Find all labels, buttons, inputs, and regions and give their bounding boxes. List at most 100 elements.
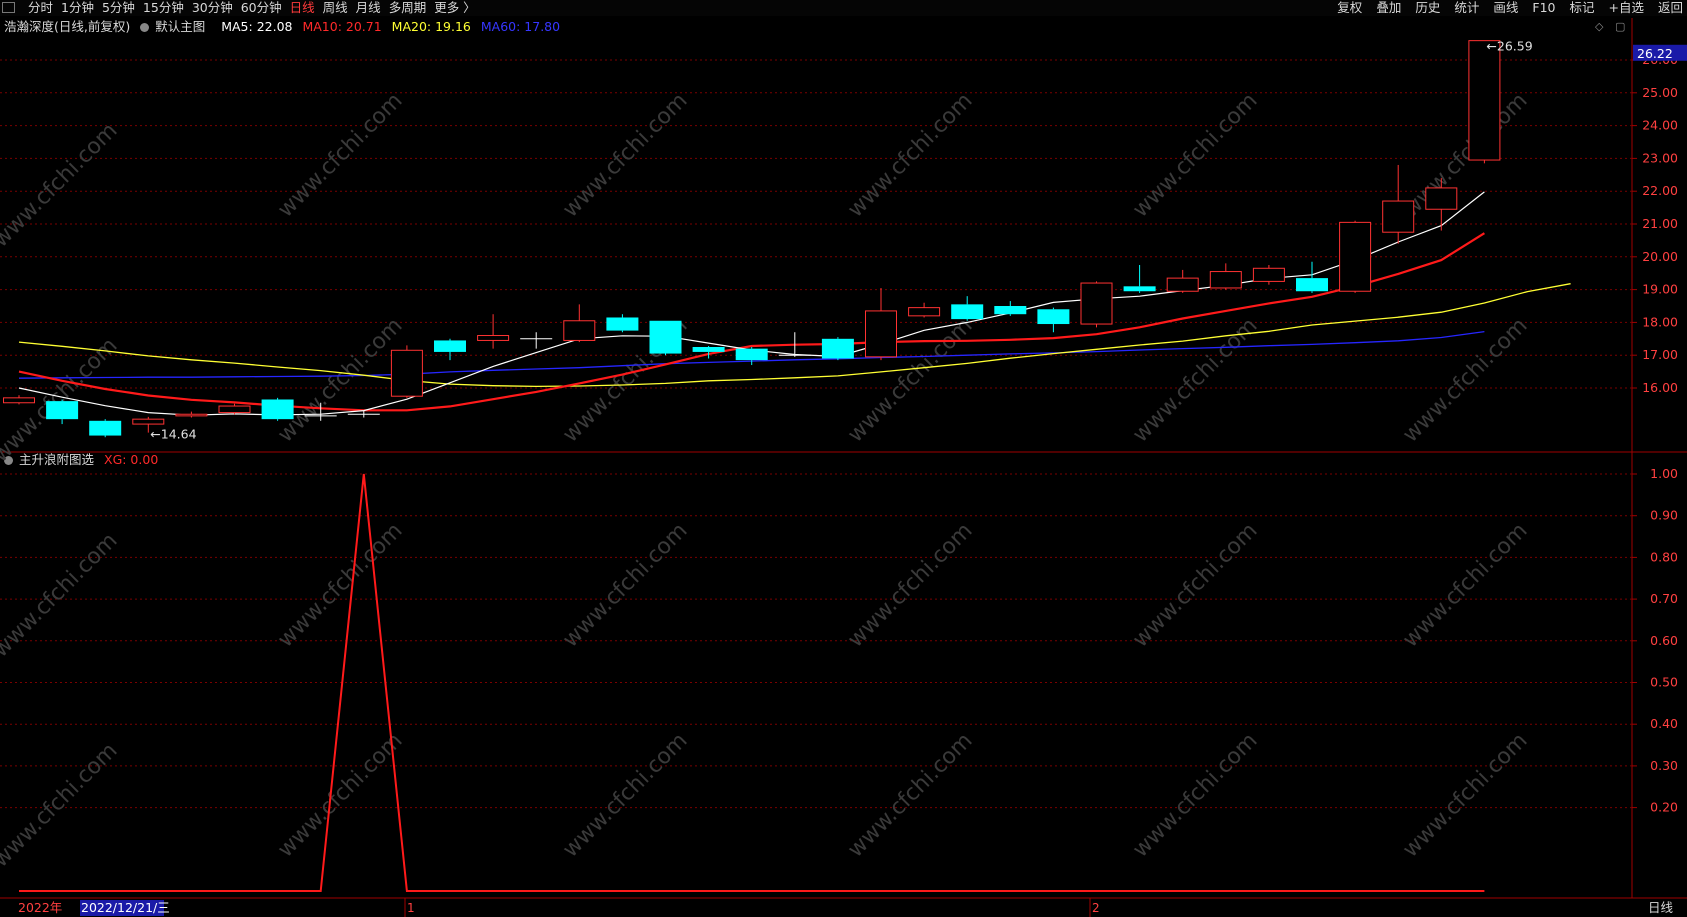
price-tick-label: 17.00 [1642,347,1678,362]
candle-body [1252,267,1285,282]
candle-body [434,340,466,352]
ma10-line [18,232,1485,412]
price-tick-label: 23.00 [1642,150,1678,165]
candle-body [908,307,941,317]
month-label: 1 [407,901,415,915]
watermarks: www.cfchi.com www.cfchi.com www.cfchi.com w… [0,88,1533,872]
moving-average-lines [18,191,1571,416]
watermark-text: www.cfchi.com [273,88,407,222]
price-annotation: ←26.59 [1486,39,1532,54]
candle-body [951,304,984,320]
date-axis: 2022年 2022/12/21/三 1 2 日线 [18,898,1674,917]
candle-body [175,413,208,417]
candle [865,287,897,361]
year-label: 2022年 [18,900,62,915]
candle [735,347,768,366]
last-price-label: 26.22 [1637,46,1673,61]
candle-body [1468,40,1501,161]
candle [951,296,984,321]
candle [390,345,423,398]
candle-body [1080,282,1113,325]
candle-body [218,405,251,414]
candle [89,419,122,438]
kline-chart[interactable]: www.cfchi.com www.cfchi.com www.cfchi.com w… [0,0,1687,917]
watermark-text: www.cfchi.com [1128,728,1262,862]
candle-body [1296,278,1328,292]
sub-tick-label: 0.40 [1650,716,1678,731]
candle-body [1382,200,1415,233]
candle-body [606,317,639,331]
candle-body [1339,221,1372,292]
watermark-text: www.cfchi.com [273,728,407,862]
candle [477,314,510,349]
watermark-text: www.cfchi.com [843,728,977,862]
candle-body [865,310,897,358]
candle [908,302,941,318]
candle-body [132,418,165,425]
watermark-text: www.cfchi.com [843,88,977,222]
candle [563,304,596,343]
candle-body [1166,277,1199,292]
watermark-text: www.cfchi.com [1398,313,1532,447]
candle-body [89,420,122,436]
candle [994,301,1027,316]
candle-body [1123,286,1156,292]
candle [1166,269,1199,293]
candle-body [994,306,1027,315]
candle [1468,40,1501,164]
sub-tick-label: 0.70 [1650,591,1678,606]
candle-body [692,347,725,352]
watermark-text: www.cfchi.com [558,728,692,862]
price-tick-label: 24.00 [1642,118,1678,133]
price-tick-label: 19.00 [1642,282,1678,297]
candle-body [390,349,423,397]
sub-tick-label: 1.00 [1650,466,1678,481]
candle [1382,164,1415,244]
candle [1339,220,1372,293]
candle-body [477,335,510,341]
sub-tick-label: 0.60 [1650,633,1678,648]
month-label: 2 [1092,901,1100,915]
watermark-text: www.cfchi.com [273,518,407,652]
watermark-text: www.cfchi.com [273,313,407,447]
price-tick-label: 21.00 [1642,216,1678,231]
candle [649,320,682,356]
cursor-date-label: 2022/12/21/三 [81,900,170,915]
candle-body [1037,309,1070,325]
candle [821,337,854,361]
candle [1037,307,1070,333]
watermark-text: www.cfchi.com [1128,518,1262,652]
candle-body [3,397,35,404]
watermark-text: www.cfchi.com [1398,88,1532,222]
candle-body [821,338,854,359]
candle [520,332,553,349]
price-axis: 16.00 17.00 18.00 19.00 20.00 21.00 22.00 23.00… [1632,44,1687,815]
watermark-text: www.cfchi.com [1128,88,1262,222]
watermark-text: www.cfchi.com [1398,518,1532,652]
candle [1296,261,1328,293]
period-label: 日线 [1648,900,1674,915]
candle-body [563,320,596,341]
watermark-text: www.cfchi.com [0,118,123,252]
candle [606,314,639,333]
watermark-text: www.cfchi.com [843,518,977,652]
watermark-text: www.cfchi.com [0,738,123,872]
sub-tick-label: 0.90 [1650,508,1678,523]
watermark-text: www.cfchi.com [558,88,692,222]
price-tick-label: 18.00 [1642,314,1678,329]
price-tick-label: 25.00 [1642,85,1678,100]
price-annotation: ←14.64 [150,427,196,442]
price-tick-label: 16.00 [1642,380,1678,395]
candle [1080,281,1113,328]
candle-body [46,401,79,420]
watermark-text: www.cfchi.com [558,518,692,652]
candle [1252,265,1285,285]
price-tick-label: 20.00 [1642,249,1678,264]
watermark-text: www.cfchi.com [1398,728,1532,862]
grid-lines [0,18,1687,899]
candles: ←14.64 ←26.59 [3,39,1533,442]
candle [1123,265,1156,293]
watermark-text: www.cfchi.com [843,313,977,447]
candle [1209,263,1242,290]
sub-tick-label: 0.80 [1650,549,1678,564]
